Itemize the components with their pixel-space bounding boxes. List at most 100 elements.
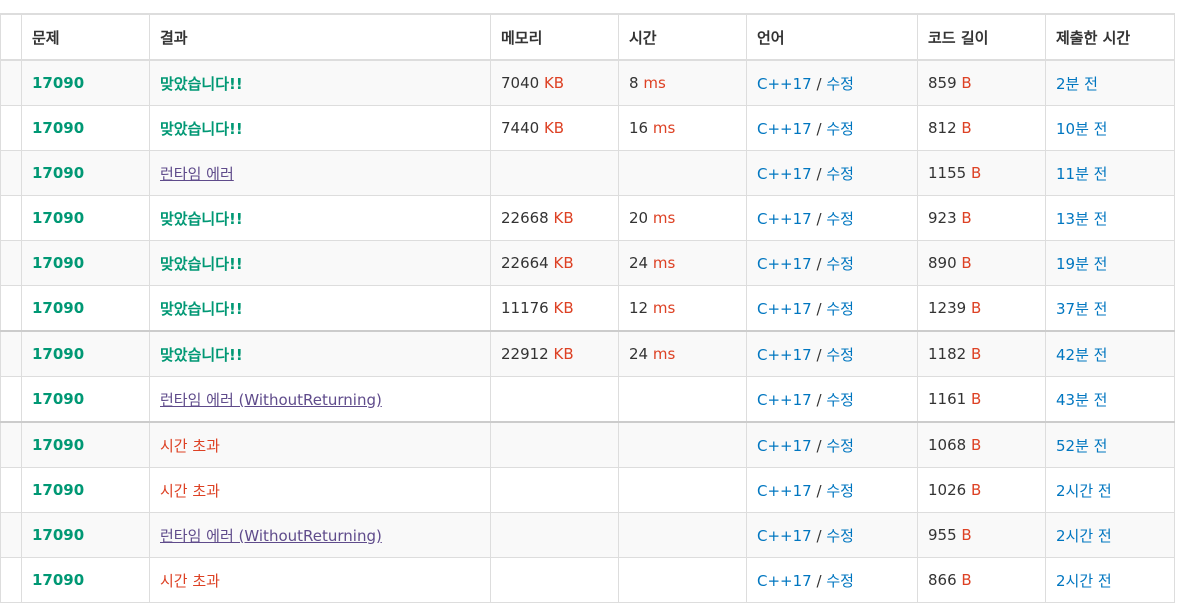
time-unit: ms (643, 74, 666, 92)
time-cell: 8 ms (618, 59, 747, 106)
submitted-time-link[interactable]: 52분 전 (1056, 437, 1107, 455)
length-value: 955 (928, 526, 957, 544)
result-text: 맞았습니다!! (160, 209, 243, 228)
problem-link[interactable]: 17090 (32, 299, 84, 317)
submitted-time-link[interactable]: 2분 전 (1056, 75, 1098, 93)
edit-link[interactable]: 수정 (826, 391, 854, 409)
language-link[interactable]: C++17 (757, 437, 812, 455)
time-cell: 24 ms (618, 240, 747, 286)
problem-link[interactable]: 17090 (32, 390, 84, 408)
edit-link[interactable]: 수정 (826, 346, 854, 364)
time-value: 24 (629, 345, 649, 363)
language-separator: / (816, 74, 822, 93)
submitted-time-link[interactable]: 37분 전 (1056, 300, 1107, 318)
language-cell: C++17 / 수정 (746, 557, 918, 603)
edit-link[interactable]: 수정 (826, 75, 854, 93)
problem-link[interactable]: 17090 (32, 164, 84, 182)
edit-link[interactable]: 수정 (826, 165, 854, 183)
result-cell: 시간 초과 (149, 467, 491, 513)
language-link[interactable]: C++17 (757, 572, 812, 590)
submitted-time-link[interactable]: 42분 전 (1056, 346, 1107, 364)
problem-link[interactable]: 17090 (32, 571, 84, 589)
language-link[interactable]: C++17 (757, 210, 812, 228)
length-value: 1155 (928, 164, 967, 182)
language-link[interactable]: C++17 (757, 75, 812, 93)
language-separator: / (816, 526, 822, 545)
problem-link[interactable]: 17090 (32, 481, 84, 499)
edit-link[interactable]: 수정 (826, 482, 854, 500)
edit-link[interactable]: 수정 (826, 120, 854, 138)
time-cell: 16 ms (618, 105, 747, 151)
problem-link[interactable]: 17090 (32, 209, 84, 227)
submitted-time-link[interactable]: 19분 전 (1056, 255, 1107, 273)
problem-link[interactable]: 17090 (32, 254, 84, 272)
language-separator: / (816, 209, 822, 228)
result-text[interactable]: 런타임 에러 (160, 165, 234, 183)
status-table: 문제 결과 메모리 시간 언어 코드 길이 제출한 시간 17090 맞았습니다!… (0, 13, 1175, 603)
problem-cell: 17090 (21, 557, 150, 603)
length-unit: B (961, 209, 972, 227)
result-cell: 시간 초과 (149, 557, 491, 603)
time-cell (618, 421, 747, 468)
submitted-time-link[interactable]: 2시간 전 (1056, 482, 1112, 500)
language-link[interactable]: C++17 (757, 527, 812, 545)
submitted-time-link[interactable]: 13분 전 (1056, 210, 1107, 228)
edit-link[interactable]: 수정 (826, 437, 854, 455)
language-link[interactable]: C++17 (757, 165, 812, 183)
submitted-time-link[interactable]: 43분 전 (1056, 391, 1107, 409)
submission-id-cell (0, 285, 22, 331)
memory-cell: 7440 KB (490, 105, 619, 151)
time-cell (618, 376, 747, 422)
table-row: 17090 런타임 에러 (WithoutReturning) C++17 / 수정… (0, 512, 1175, 558)
length-value: 1182 (928, 345, 967, 363)
submitted-time-link[interactable]: 2시간 전 (1056, 527, 1112, 545)
problem-link[interactable]: 17090 (32, 526, 84, 544)
memory-cell (490, 557, 619, 603)
submission-id-cell (0, 376, 22, 422)
language-link[interactable]: C++17 (757, 255, 812, 273)
submitted-cell: 2시간 전 (1045, 467, 1175, 513)
result-cell: 맞았습니다!! (149, 59, 491, 106)
submitted-time-link[interactable]: 11분 전 (1056, 165, 1107, 183)
header-code-length: 코드 길이 (917, 13, 1046, 61)
language-separator: / (816, 481, 822, 500)
time-value: 8 (629, 74, 639, 92)
submitted-cell: 2분 전 (1045, 59, 1175, 106)
language-link[interactable]: C++17 (757, 391, 812, 409)
table-row: 17090 맞았습니다!! 7440 KB 16 ms C++17 / 수정 812 B1… (0, 105, 1175, 151)
result-text[interactable]: 런타임 에러 (WithoutReturning) (160, 391, 382, 409)
time-cell: 12 ms (618, 285, 747, 331)
language-cell: C++17 / 수정 (746, 512, 918, 558)
problem-link[interactable]: 17090 (32, 74, 84, 92)
edit-link[interactable]: 수정 (826, 300, 854, 318)
submitted-time-link[interactable]: 2시간 전 (1056, 572, 1112, 590)
problem-cell: 17090 (21, 512, 150, 558)
language-link[interactable]: C++17 (757, 346, 812, 364)
edit-link[interactable]: 수정 (826, 210, 854, 228)
result-cell: 시간 초과 (149, 421, 491, 468)
result-text[interactable]: 런타임 에러 (WithoutReturning) (160, 527, 382, 545)
memory-cell (490, 150, 619, 196)
language-link[interactable]: C++17 (757, 120, 812, 138)
edit-link[interactable]: 수정 (826, 527, 854, 545)
problem-link[interactable]: 17090 (32, 345, 84, 363)
table-row: 17090 런타임 에러 (WithoutReturning) C++17 / 수정… (0, 376, 1175, 422)
memory-value: 7040 (501, 74, 540, 92)
problem-cell: 17090 (21, 195, 150, 241)
problem-link[interactable]: 17090 (32, 119, 84, 137)
code-length-cell: 859 B (917, 59, 1046, 106)
length-unit: B (970, 390, 982, 408)
problem-cell: 17090 (21, 421, 150, 468)
submission-id-cell (0, 195, 22, 241)
submission-id-cell (0, 105, 22, 151)
submitted-time-link[interactable]: 10분 전 (1056, 120, 1107, 138)
language-link[interactable]: C++17 (757, 482, 812, 500)
edit-link[interactable]: 수정 (826, 255, 854, 273)
edit-link[interactable]: 수정 (826, 572, 854, 590)
language-link[interactable]: C++17 (757, 300, 812, 318)
language-separator: / (816, 164, 822, 183)
language-separator: / (816, 299, 822, 318)
problem-link[interactable]: 17090 (32, 436, 84, 454)
submission-id-cell (0, 150, 22, 196)
language-cell: C++17 / 수정 (746, 467, 918, 513)
